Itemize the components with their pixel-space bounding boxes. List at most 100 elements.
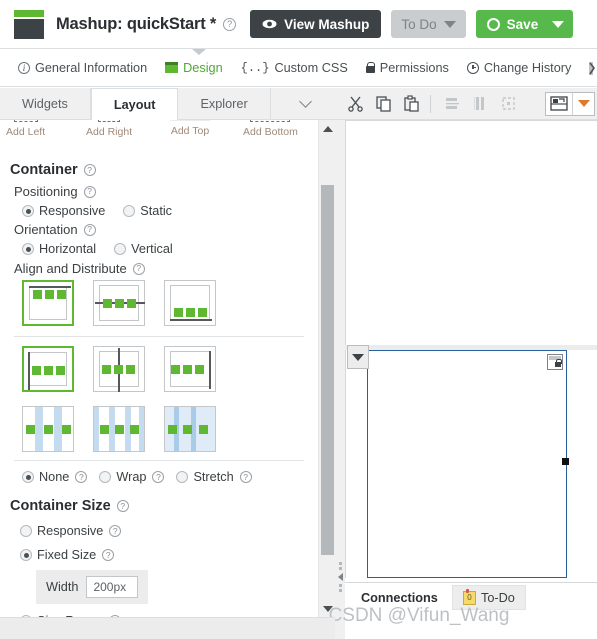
save-ring-icon — [486, 17, 500, 31]
nav-overflow-icon[interactable] — [588, 61, 597, 76]
help-question-icon[interactable]: ? — [152, 471, 165, 483]
view-mashup-button[interactable]: View Mashup — [250, 10, 382, 38]
help-question-icon[interactable]: ? — [132, 262, 145, 275]
positioning-radio-group: Responsive Static — [22, 204, 176, 218]
add-left-button[interactable]: Add Left — [6, 120, 45, 138]
help-question-icon[interactable]: ? — [75, 471, 88, 483]
chevron-down-icon — [352, 353, 364, 361]
radio-label[interactable]: Stretch — [193, 470, 233, 484]
tab-explorer[interactable]: Explorer — [178, 88, 271, 119]
radio-label[interactable]: None — [39, 470, 69, 484]
cut-icon[interactable] — [342, 91, 368, 117]
help-question-icon[interactable]: ? — [83, 185, 96, 198]
width-field-group: Width — [36, 570, 149, 604]
radio-wrap[interactable] — [99, 471, 112, 483]
radio-static-positioning[interactable] — [123, 205, 136, 217]
align-middle-option[interactable] — [93, 280, 145, 326]
tab-widgets[interactable]: Widgets — [0, 88, 91, 119]
align-top-option[interactable] — [22, 280, 74, 326]
help-question-icon[interactable]: ? — [109, 525, 122, 537]
chevron-down-icon — [298, 94, 312, 108]
align-right-option[interactable] — [164, 346, 216, 392]
save-dropdown-chevron-down-icon[interactable] — [552, 20, 565, 28]
braces-icon: {..} — [240, 60, 270, 75]
distribute-evenly-option[interactable] — [164, 406, 216, 452]
lock-icon — [365, 61, 376, 73]
radio-label[interactable]: Wrap — [116, 470, 146, 484]
todo-button[interactable]: To Do — [391, 10, 466, 38]
info-circle-icon: i — [18, 61, 30, 74]
selected-container[interactable] — [367, 350, 569, 578]
help-question-icon[interactable]: ? — [102, 549, 115, 561]
radio-none-wrap[interactable] — [22, 471, 34, 483]
panel-tabs: Widgets Layout Explorer — [0, 88, 340, 120]
radio-stretch[interactable] — [176, 471, 189, 483]
radio-label[interactable]: Fixed Size — [37, 548, 96, 562]
help-question-icon[interactable]: ? — [83, 164, 96, 176]
add-right-button[interactable]: Add Right — [86, 120, 132, 138]
nav-item-general-information[interactable]: i General Information — [18, 61, 147, 75]
container-toggle-button[interactable] — [347, 345, 369, 369]
align-center-option[interactable] — [93, 346, 145, 392]
layout-properties-panel: Add Left Add Right Add Top Add Bottom Co… — [0, 120, 340, 617]
arrow-left-icon[interactable] — [337, 573, 343, 581]
panel-lock-icon[interactable] — [547, 354, 563, 370]
help-question-icon[interactable]: ? — [83, 223, 96, 236]
radio-fixed-size[interactable] — [20, 549, 32, 561]
distribute-inner-option[interactable] — [22, 406, 74, 452]
nav-active-pointer-icon — [192, 49, 206, 55]
chevron-down-icon[interactable] — [572, 92, 594, 115]
radio-label[interactable]: Horizontal — [39, 242, 96, 256]
scroll-up-button[interactable] — [319, 120, 336, 137]
resize-handle-icon[interactable] — [562, 458, 569, 465]
page-title: Mashup: quickStart * — [56, 14, 217, 33]
nav-item-design[interactable]: Design — [165, 61, 223, 75]
help-question-icon[interactable]: ? — [223, 17, 237, 31]
nav-item-custom-css[interactable]: {..} Custom CSS — [241, 61, 348, 75]
help-question-icon[interactable]: ? — [239, 471, 252, 483]
size-fixed-row: Fixed Size ? — [20, 548, 115, 562]
panel-tabs-more-button[interactable] — [271, 88, 340, 119]
align-and-distribute-label: Align and Distribute ? — [14, 261, 145, 276]
radio-label[interactable]: Vertical — [131, 242, 173, 256]
tab-label: Connections — [361, 590, 438, 605]
nav-item-permissions[interactable]: Permissions — [365, 61, 449, 75]
add-top-button[interactable]: Add Top — [170, 120, 210, 137]
align-left-option[interactable] — [22, 346, 74, 392]
copy-icon[interactable] — [370, 91, 396, 117]
design-green-icon — [165, 62, 179, 73]
add-bottom-button[interactable]: Add Bottom — [243, 120, 298, 138]
radio-label[interactable]: Static — [140, 204, 172, 218]
radio-responsive-size[interactable] — [20, 525, 32, 537]
tab-label: Layout — [113, 97, 156, 112]
add-container-buttons: Add Left Add Right Add Top Add Bottom — [0, 120, 318, 148]
radio-label[interactable]: Responsive — [39, 204, 105, 218]
radio-label[interactable]: Responsive — [37, 524, 103, 538]
radio-responsive-positioning[interactable] — [22, 205, 34, 217]
left-panel-footer — [0, 617, 335, 639]
distribute-options — [22, 406, 216, 452]
save-label: Save — [506, 16, 539, 32]
nav-item-change-history[interactable]: Change History — [466, 61, 571, 75]
left-panel-scrollbar[interactable] — [318, 120, 335, 617]
radio-horizontal-orientation[interactable] — [22, 243, 34, 255]
horizontal-align-options — [22, 346, 216, 392]
tab-label: Widgets — [22, 96, 68, 111]
help-question-icon[interactable]: ? — [116, 500, 129, 512]
chevron-down-icon — [443, 20, 456, 28]
radio-vertical-orientation[interactable] — [114, 243, 127, 255]
paste-icon[interactable] — [398, 91, 424, 117]
design-toolbar — [340, 88, 597, 120]
size-responsive-row: Responsive ? — [20, 524, 122, 538]
layout-select[interactable] — [545, 91, 595, 116]
tab-layout[interactable]: Layout — [90, 88, 179, 120]
panel-splitter[interactable] — [335, 120, 345, 639]
triangle-up-icon — [322, 125, 333, 132]
layout-preview-icon — [546, 96, 572, 111]
align-bottom-option[interactable] — [164, 280, 216, 326]
scrollbar-thumb[interactable] — [321, 185, 334, 555]
distribute-around-option[interactable] — [93, 406, 145, 452]
save-button[interactable]: Save — [475, 10, 574, 38]
width-input[interactable] — [86, 576, 139, 598]
splitter-handle[interactable] — [337, 560, 343, 594]
